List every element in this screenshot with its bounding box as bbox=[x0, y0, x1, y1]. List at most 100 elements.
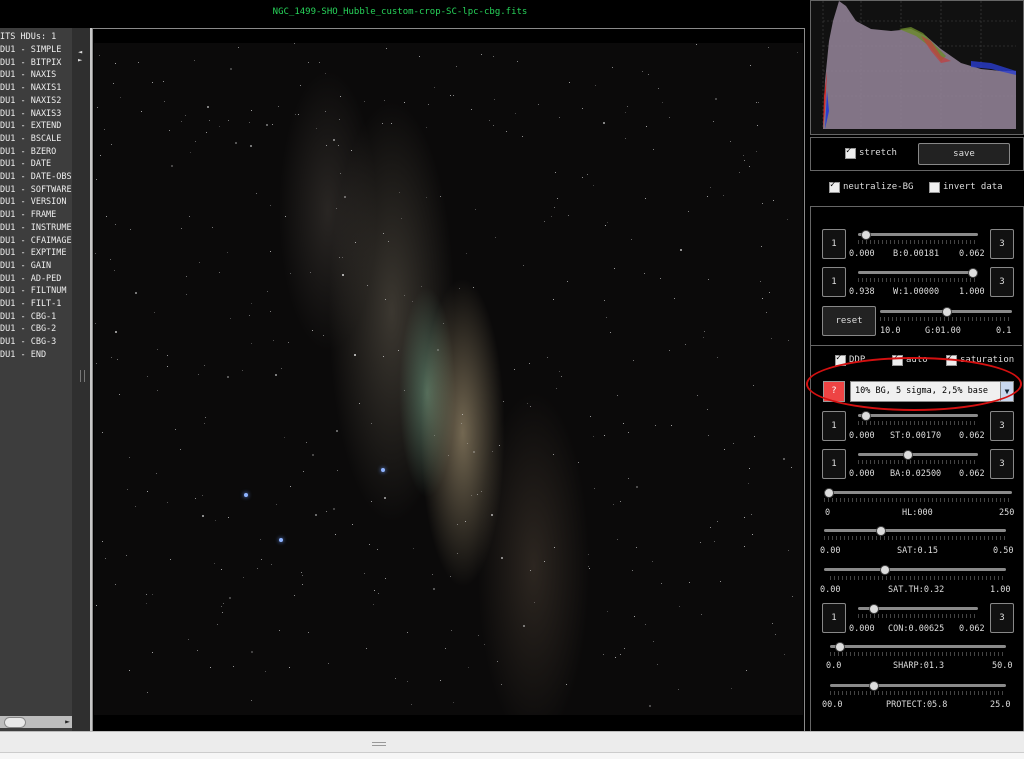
ba-increase-button[interactable]: 3 bbox=[990, 449, 1014, 479]
image-viewer[interactable] bbox=[92, 28, 805, 732]
w-increase-button[interactable]: 3 bbox=[990, 267, 1014, 297]
neutralize-bg-checkbox[interactable] bbox=[829, 180, 840, 193]
w-decrease-button[interactable]: 1 bbox=[822, 267, 846, 297]
star bbox=[135, 292, 137, 294]
hdu-list-item[interactable]: DU1 - DATE bbox=[0, 159, 51, 169]
star bbox=[707, 196, 708, 197]
bright-star bbox=[381, 468, 385, 472]
collapse-arrows-icon[interactable]: ◄ ► bbox=[78, 48, 82, 64]
hdu-list-item[interactable]: DU1 - CBG-3 bbox=[0, 337, 56, 347]
hdu-list-item[interactable]: DU1 - CBG-1 bbox=[0, 312, 56, 322]
g-slider-thumb[interactable] bbox=[942, 307, 952, 317]
protect-slider[interactable] bbox=[830, 681, 1006, 691]
b-decrease-button[interactable]: 1 bbox=[822, 229, 846, 259]
star bbox=[645, 624, 646, 625]
hdu-list-item[interactable]: DU1 - INSTRUME bbox=[0, 223, 72, 233]
w-slider-thumb[interactable] bbox=[967, 268, 978, 278]
star bbox=[271, 564, 272, 565]
hdu-list-item[interactable]: DU1 - FILTNUM bbox=[0, 286, 67, 296]
star bbox=[202, 515, 204, 517]
con-increase-button[interactable]: 3 bbox=[990, 603, 1014, 633]
con-decrease-button[interactable]: 1 bbox=[822, 603, 846, 633]
star bbox=[119, 394, 120, 395]
hdu-list-item[interactable]: DU1 - CBG-2 bbox=[0, 324, 56, 334]
hl-max: 250 bbox=[999, 508, 1015, 518]
star bbox=[217, 624, 218, 625]
star bbox=[279, 630, 280, 631]
star bbox=[199, 262, 200, 263]
hdu-list-item[interactable]: DU1 - BSCALE bbox=[0, 134, 61, 144]
star bbox=[606, 317, 607, 318]
star bbox=[367, 285, 368, 286]
satth-slider-thumb[interactable] bbox=[879, 565, 890, 575]
hl-slider-thumb[interactable] bbox=[824, 488, 834, 498]
hl-slider[interactable] bbox=[824, 488, 1012, 498]
hdu-list-item[interactable]: DU1 - SIMPLE bbox=[0, 45, 61, 55]
hdu-list-item[interactable]: DU1 - GAIN bbox=[0, 261, 51, 271]
hdu-list-item[interactable]: DU1 - BZERO bbox=[0, 147, 56, 157]
star bbox=[612, 67, 613, 68]
satth-slider[interactable] bbox=[824, 565, 1006, 575]
star bbox=[678, 689, 679, 690]
sharp-slider-thumb[interactable] bbox=[835, 642, 846, 652]
protect-slider-thumb[interactable] bbox=[868, 681, 879, 691]
star bbox=[333, 139, 335, 141]
star bbox=[249, 122, 250, 123]
st-slider[interactable] bbox=[858, 411, 978, 421]
ba-slider[interactable] bbox=[858, 450, 978, 460]
star bbox=[434, 87, 435, 88]
b-slider[interactable] bbox=[858, 230, 978, 240]
star bbox=[272, 124, 273, 125]
protect-value: PROTECT:05.8 bbox=[886, 700, 948, 710]
sharp-slider[interactable] bbox=[830, 642, 1006, 652]
fits-image[interactable] bbox=[94, 43, 803, 715]
star bbox=[720, 581, 721, 582]
star bbox=[371, 423, 372, 424]
hdu-list-item[interactable]: DU1 - AD-PED bbox=[0, 274, 61, 284]
hdu-list-item[interactable]: DU1 - FILT-1 bbox=[0, 299, 61, 309]
resize-grip-icon[interactable] bbox=[372, 742, 386, 746]
st-decrease-button[interactable]: 1 bbox=[822, 411, 846, 441]
hdu-list-item[interactable]: DU1 - END bbox=[0, 350, 46, 360]
star bbox=[147, 376, 148, 377]
hdu-list-item[interactable]: DU1 - DATE-OBS bbox=[0, 172, 72, 182]
star bbox=[590, 416, 591, 417]
hdu-list-item[interactable]: DU1 - VERSION bbox=[0, 197, 67, 207]
star bbox=[344, 196, 346, 198]
hdu-list-item[interactable]: DU1 - CFAIMAGE bbox=[0, 236, 72, 246]
ba-decrease-button[interactable]: 1 bbox=[822, 449, 846, 479]
star bbox=[251, 700, 252, 701]
hdu-list-item[interactable]: DU1 - SOFTWARE bbox=[0, 185, 72, 195]
con-slider[interactable] bbox=[858, 604, 978, 614]
hdu-list-item[interactable]: DU1 - NAXIS3 bbox=[0, 109, 61, 119]
divider bbox=[810, 345, 1022, 346]
hdu-list-item[interactable]: DU1 - NAXIS bbox=[0, 70, 56, 80]
star bbox=[493, 125, 494, 126]
reset-button[interactable]: reset bbox=[822, 306, 876, 336]
w-slider[interactable] bbox=[858, 268, 978, 278]
hdu-list-scrollbar[interactable]: ► bbox=[0, 716, 72, 728]
st-increase-button[interactable]: 3 bbox=[990, 411, 1014, 441]
star bbox=[752, 534, 753, 535]
hdu-list-header: ITS HDUs: 1 bbox=[0, 32, 57, 42]
star bbox=[671, 425, 672, 426]
scroll-right-icon[interactable]: ► bbox=[65, 717, 70, 726]
b-increase-button[interactable]: 3 bbox=[990, 229, 1014, 259]
star bbox=[588, 566, 589, 567]
hdu-list-item[interactable]: DU1 - NAXIS1 bbox=[0, 83, 61, 93]
hdu-list-item[interactable]: DU1 - FRAME bbox=[0, 210, 56, 220]
hdu-list-item[interactable]: DU1 - NAXIS2 bbox=[0, 96, 61, 106]
stretch-checkbox[interactable] bbox=[845, 146, 856, 159]
g-slider[interactable] bbox=[880, 307, 1012, 317]
sat-slider[interactable] bbox=[824, 526, 1006, 536]
scrollbar-thumb[interactable] bbox=[4, 717, 26, 728]
star bbox=[701, 614, 702, 615]
star bbox=[657, 664, 658, 665]
ba-slider-thumb[interactable] bbox=[902, 450, 913, 460]
hdu-list-item[interactable]: DU1 - EXTEND bbox=[0, 121, 61, 131]
hdu-list-item[interactable]: DU1 - EXPTIME bbox=[0, 248, 67, 258]
invert-data-checkbox[interactable] bbox=[929, 182, 940, 193]
hdu-list-item[interactable]: DU1 - BITPIX bbox=[0, 58, 61, 68]
save-button[interactable]: save bbox=[918, 143, 1010, 165]
splitter-grip-icon[interactable] bbox=[80, 370, 85, 382]
